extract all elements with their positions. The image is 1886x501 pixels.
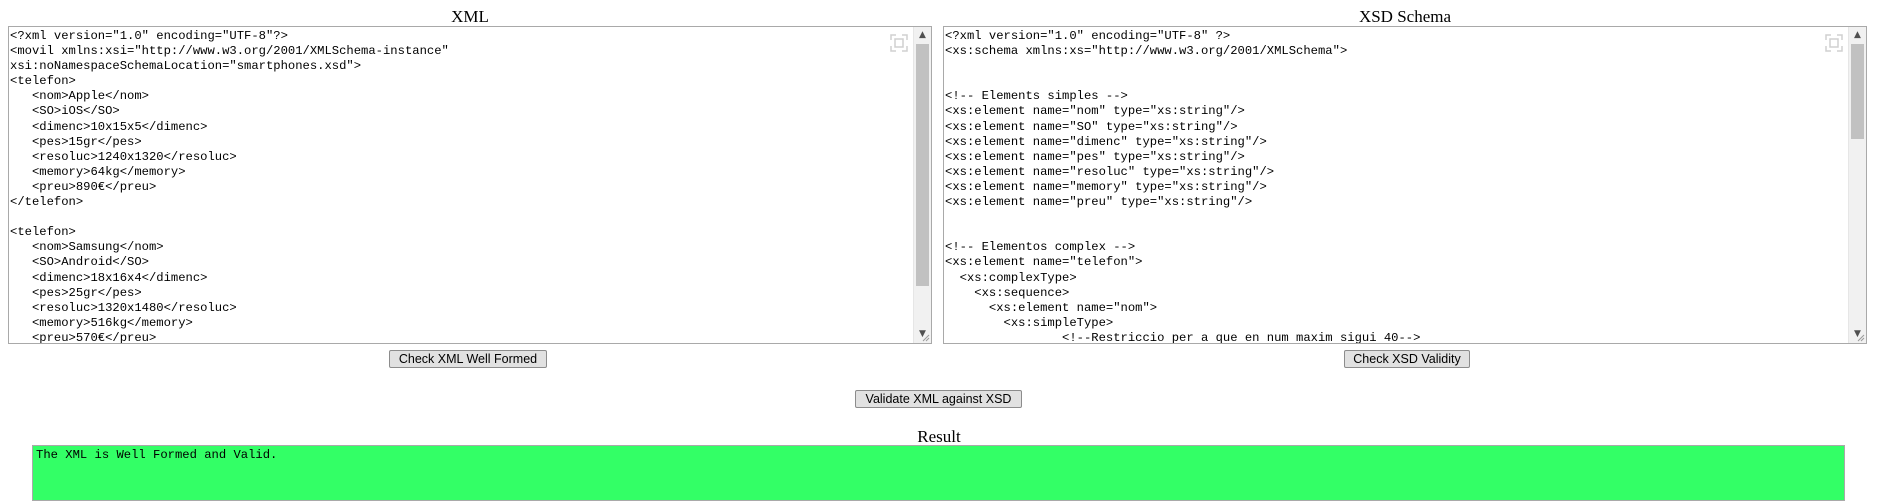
xsd-code-content[interactable]: <?xml version="1.0" encoding="UTF-8" ?> … bbox=[944, 27, 1848, 343]
validate-xml-against-xsd-button[interactable]: Validate XML against XSD bbox=[855, 390, 1022, 408]
xsd-panel-title: XSD Schema bbox=[1358, 7, 1452, 26]
xml-scrollbar[interactable]: ▲ ▼ bbox=[913, 27, 931, 343]
check-xml-well-formed-button[interactable]: Check XML Well Formed bbox=[389, 350, 547, 368]
xsd-scroll-thumb[interactable] bbox=[1851, 44, 1864, 139]
result-message: The XML is Well Formed and Valid. bbox=[36, 448, 278, 462]
expand-icon[interactable] bbox=[1824, 33, 1844, 53]
chevron-up-icon[interactable]: ▲ bbox=[914, 27, 931, 44]
resize-grip-icon[interactable] bbox=[920, 332, 930, 342]
check-xsd-validity-button[interactable]: Check XSD Validity bbox=[1344, 350, 1470, 368]
result-output: The XML is Well Formed and Valid. bbox=[32, 445, 1845, 501]
expand-icon[interactable] bbox=[889, 33, 909, 53]
xml-panel-title: XML bbox=[451, 7, 489, 26]
xml-textarea[interactable]: <?xml version="1.0" encoding="UTF-8"?> <… bbox=[8, 26, 932, 344]
xml-scroll-thumb[interactable] bbox=[916, 44, 929, 286]
result-title: Result bbox=[917, 427, 961, 446]
chevron-up-icon[interactable]: ▲ bbox=[1849, 27, 1866, 44]
resize-grip-icon[interactable] bbox=[1855, 332, 1865, 342]
xml-code-content[interactable]: <?xml version="1.0" encoding="UTF-8"?> <… bbox=[9, 27, 913, 343]
xsd-scrollbar[interactable]: ▲ ▼ bbox=[1848, 27, 1866, 343]
xsd-textarea[interactable]: <?xml version="1.0" encoding="UTF-8" ?> … bbox=[943, 26, 1867, 344]
